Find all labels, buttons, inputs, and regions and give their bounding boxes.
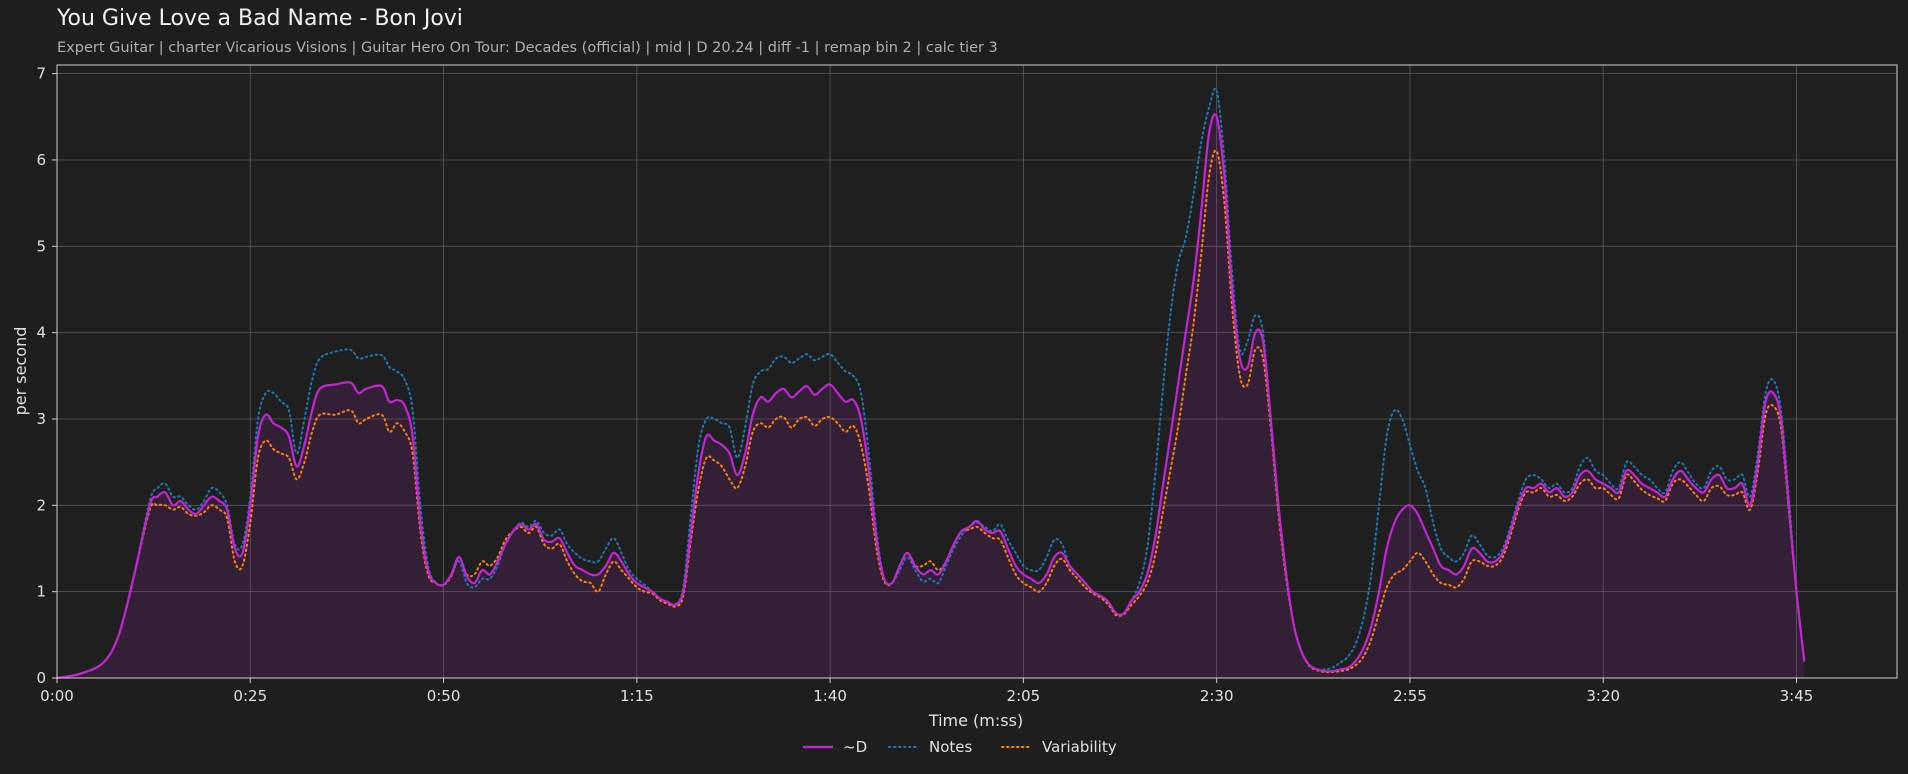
legend-label: Variability [1042,738,1117,756]
legend-label: Notes [929,738,973,756]
y-tick-label: 6 [36,151,46,169]
x-tick-label: 3:20 [1586,687,1620,705]
x-tick-label: 0:50 [427,687,461,705]
legend: ~D Notes Variability [803,738,1117,756]
y-axis: 0 1 2 3 4 5 6 7 [36,65,57,687]
y-tick-label: 7 [36,65,46,83]
y-axis-label: per second [11,327,30,416]
x-tick-label: 2:55 [1393,687,1427,705]
y-tick-label: 3 [36,410,46,428]
x-tick-label: 3:45 [1780,687,1814,705]
x-tick-label: 2:05 [1007,687,1041,705]
y-tick-label: 5 [36,237,46,255]
y-tick-label: 2 [36,496,46,514]
y-tick-label: 0 [36,669,46,687]
y-tick-label: 4 [36,324,46,342]
y-tick-label: 1 [36,583,46,601]
x-tick-label: 0:00 [40,687,74,705]
x-axis: 0:00 0:25 0:50 1:15 1:40 2:05 2:30 2:55 3:20 3:45 [40,678,1813,705]
legend-label: ~D [843,738,867,756]
x-tick-label: 0:25 [233,687,267,705]
x-tick-label: 1:15 [620,687,654,705]
plot-area: 0:00 0:25 0:50 1:15 1:40 2:05 2:30 2:55 3:20 3:45… [11,64,1898,756]
x-tick-label: 1:40 [813,687,847,705]
x-axis-label: Time (m:ss) [928,711,1023,730]
x-tick-label: 2:30 [1200,687,1234,705]
